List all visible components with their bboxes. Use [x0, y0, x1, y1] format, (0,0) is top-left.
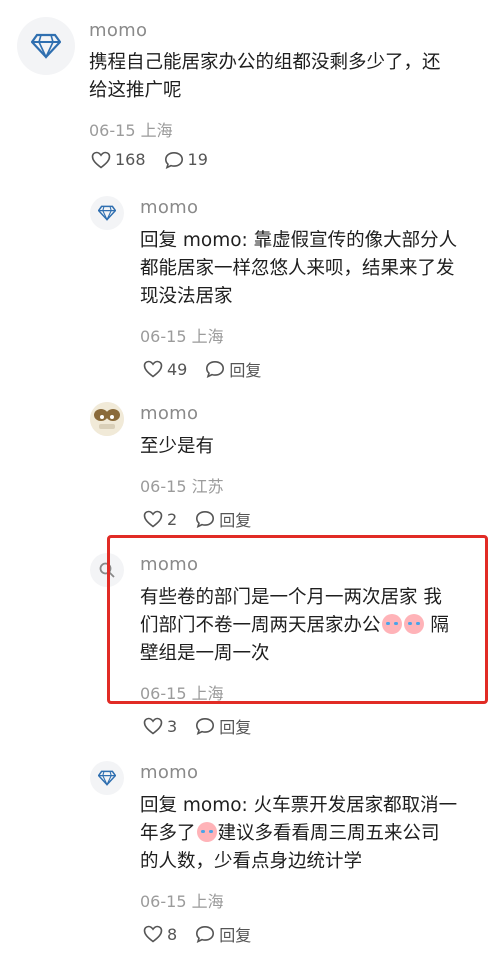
heart-icon	[143, 925, 163, 943]
reply-label: 回复	[219, 926, 252, 945]
like-count: 168	[115, 150, 146, 169]
heart-icon	[143, 717, 163, 735]
comment-actions: 168 19	[91, 150, 226, 169]
like-button[interactable]: 3	[143, 717, 177, 736]
comment-actions: 2 回复	[143, 507, 269, 531]
heart-icon	[91, 151, 111, 169]
reply-label: 回复	[219, 511, 252, 530]
diamond-icon	[31, 33, 61, 59]
comment-bubble-icon	[196, 510, 215, 528]
comment-text: 回复 momo: 靠虚假宣传的像大部分人 都能居家一样忽悠人来呗，结果来了发 现…	[140, 230, 458, 307]
comment-actions: 3 回复	[143, 714, 269, 738]
user-avatar[interactable]	[17, 17, 75, 75]
comment-meta: 06-15 上海	[140, 892, 224, 911]
reply-button[interactable]: 回复	[195, 507, 251, 531]
like-count: 2	[167, 509, 178, 529]
comment-actions: 49 回复	[143, 357, 279, 381]
heart-icon	[143, 510, 163, 528]
reply-label: 回复	[219, 718, 252, 737]
comment-username[interactable]: momo	[89, 20, 147, 41]
like-count: 3	[167, 716, 178, 736]
reply-label: 回复	[229, 361, 262, 380]
like-button[interactable]: 8	[143, 925, 177, 944]
comment-text: 回复 momo: 火车票开发居家都取消一 年多了 建议多看看周三周五来公司 的人数…	[140, 795, 458, 872]
comment-username[interactable]: momo	[140, 197, 198, 218]
comment-meta: 06-15 上海	[89, 121, 173, 140]
diamond-icon	[98, 205, 116, 221]
comment-username[interactable]: momo	[140, 762, 198, 783]
comment-bubble-icon	[164, 151, 183, 169]
comment-actions: 8 回复	[143, 922, 269, 946]
reply-count: 19	[187, 150, 208, 169]
diamond-icon	[98, 770, 116, 786]
crying-emoji-icon	[196, 822, 217, 842]
reply-button[interactable]: 回复	[205, 357, 261, 381]
like-button[interactable]: 168	[91, 150, 146, 169]
cartoon-avatar-icon	[90, 402, 124, 436]
comment-username[interactable]: momo	[140, 403, 198, 424]
like-count: 49	[167, 359, 188, 379]
reply-count-button[interactable]: 19	[164, 150, 208, 169]
highlight-box	[107, 535, 488, 704]
comment-text: 至少是有	[140, 436, 215, 457]
like-button[interactable]: 2	[143, 510, 177, 529]
user-avatar[interactable]	[90, 196, 124, 230]
like-button[interactable]: 49	[143, 360, 187, 379]
comment-meta: 06-15 江苏	[140, 477, 224, 496]
like-count: 8	[167, 924, 178, 944]
comment-bubble-icon	[196, 925, 215, 943]
comment-bubble-icon	[196, 717, 215, 735]
reply-button[interactable]: 回复	[195, 922, 251, 946]
comment-text: 携程自己能居家办公的组都没剩多少了，还 给这推广呢	[89, 52, 441, 101]
user-avatar[interactable]	[90, 402, 124, 436]
heart-icon	[143, 360, 163, 378]
reply-button[interactable]: 回复	[195, 714, 251, 738]
user-avatar[interactable]	[90, 761, 124, 795]
comment-meta: 06-15 上海	[140, 327, 224, 346]
comment-bubble-icon	[206, 360, 225, 378]
